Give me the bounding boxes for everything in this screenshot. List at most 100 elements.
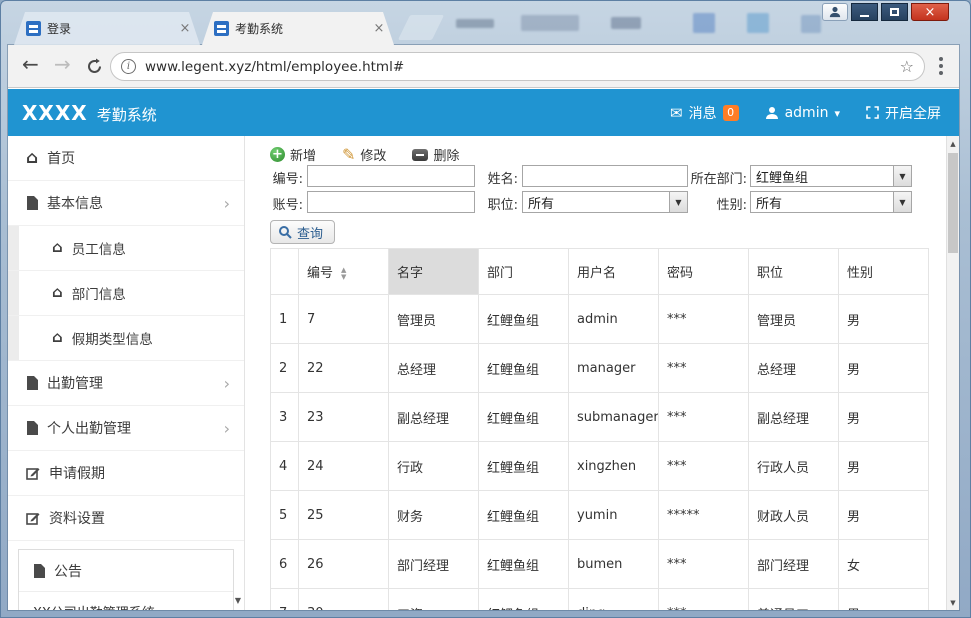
edit-icon bbox=[26, 513, 40, 525]
gender-select[interactable]: 所有 bbox=[750, 191, 912, 213]
maximize-button[interactable] bbox=[881, 3, 908, 21]
table-row[interactable]: 7 30 工资 红鲤鱼组 ding *** 普通员工 男 bbox=[270, 588, 929, 610]
sidebar-item-home[interactable]: 首页 bbox=[8, 136, 244, 181]
home-icon bbox=[26, 150, 38, 167]
cell-id: 24 bbox=[298, 441, 389, 491]
cell-password: *** bbox=[658, 294, 749, 344]
url-text[interactable]: www.legent.xyz/html/employee.html# bbox=[145, 59, 900, 75]
sidebar-item-attendance-mgmt[interactable]: 出勤管理 bbox=[8, 361, 244, 406]
position-select[interactable]: 所有 bbox=[522, 191, 688, 213]
cell-name: 总经理 bbox=[388, 343, 479, 393]
cell-name: 行政 bbox=[388, 441, 479, 491]
fullscreen-button[interactable]: 开启全屏 bbox=[866, 103, 941, 123]
cell-username: admin bbox=[568, 294, 659, 344]
cell-row-number: 1 bbox=[270, 294, 299, 344]
tab-close-icon[interactable] bbox=[178, 21, 192, 36]
chevron-right-icon bbox=[224, 419, 230, 438]
messages-button[interactable]: 消息 0 bbox=[670, 103, 739, 123]
department-select[interactable]: 红鲤鱼组 bbox=[750, 165, 912, 187]
refresh-button[interactable] bbox=[86, 58, 103, 79]
cell-username: yumin bbox=[568, 490, 659, 540]
back-button[interactable] bbox=[22, 52, 39, 76]
header-gender[interactable]: 性别 bbox=[838, 248, 929, 295]
chevron-right-icon bbox=[224, 374, 230, 393]
cell-name: 副总经理 bbox=[388, 392, 479, 442]
user-menu[interactable]: admin bbox=[765, 105, 840, 121]
header-id[interactable]: 编号 bbox=[298, 248, 389, 295]
home-icon bbox=[52, 285, 63, 301]
close-button[interactable] bbox=[911, 3, 949, 21]
file-icon bbox=[34, 563, 45, 578]
table-row[interactable]: 5 25 财务 红鲤鱼组 yumin ***** 财政人员 男 bbox=[270, 490, 929, 540]
fullscreen-icon bbox=[866, 106, 879, 119]
browser-profile-button[interactable] bbox=[822, 3, 848, 21]
bookmark-star-icon[interactable] bbox=[900, 57, 914, 76]
delete-button[interactable]: 删除 bbox=[412, 145, 459, 164]
notice-panel: 公告 XX公司出勤管理系统 bbox=[18, 549, 234, 610]
cell-gender: 女 bbox=[838, 539, 929, 589]
minimize-icon bbox=[860, 15, 869, 17]
account-filter-input[interactable] bbox=[307, 191, 475, 213]
header-password[interactable]: 密码 bbox=[658, 248, 749, 295]
cell-gender: 男 bbox=[838, 392, 929, 442]
cell-gender: 男 bbox=[838, 490, 929, 540]
table-row[interactable]: 2 22 总经理 红鲤鱼组 manager *** 总经理 男 bbox=[270, 343, 929, 393]
sort-icon[interactable] bbox=[341, 267, 346, 281]
sidebar-item-apply-leave[interactable]: 申请假期 bbox=[8, 451, 244, 496]
sidebar-item-employee-info[interactable]: 员工信息 bbox=[8, 226, 244, 271]
tab-close-icon[interactable] bbox=[372, 21, 386, 36]
sidebar-item-profile-settings[interactable]: 资料设置 bbox=[8, 496, 244, 541]
gender-filter-label: 性别: bbox=[716, 198, 747, 213]
add-button[interactable]: 新增 bbox=[270, 145, 316, 164]
scrollbar-thumb[interactable] bbox=[948, 153, 958, 253]
table-row[interactable]: 3 23 副总经理 红鲤鱼组 submanager *** 副总经理 男 bbox=[270, 392, 929, 442]
sidebar-item-personal-attendance[interactable]: 个人出勤管理 bbox=[8, 406, 244, 451]
sidebar-item-notice[interactable]: 公告 bbox=[19, 550, 233, 592]
header-username[interactable]: 用户名 bbox=[568, 248, 659, 295]
table-row[interactable]: 6 26 部门经理 红鲤鱼组 bumen *** 部门经理 女 bbox=[270, 539, 929, 589]
gender-select-value: 所有 bbox=[756, 196, 783, 212]
name-filter-input[interactable] bbox=[522, 165, 688, 187]
sidebar-item-holiday-type-info[interactable]: 假期类型信息 bbox=[8, 316, 244, 361]
minimize-button[interactable] bbox=[851, 3, 878, 21]
scroll-down-button[interactable] bbox=[947, 595, 959, 610]
scroll-up-button[interactable] bbox=[947, 136, 959, 151]
fullscreen-label: 开启全屏 bbox=[885, 105, 941, 122]
sidebar-item-basic-info[interactable]: 基本信息 bbox=[8, 181, 244, 226]
edit-button[interactable]: 修改 bbox=[342, 145, 386, 164]
cell-row-number: 3 bbox=[270, 392, 299, 442]
sidebar-scroll-down-icon[interactable] bbox=[235, 596, 241, 605]
desktop-smudge bbox=[801, 15, 821, 33]
cell-gender: 男 bbox=[838, 588, 929, 610]
browser-menu-button[interactable] bbox=[939, 57, 943, 75]
sidebar-item-label: 申请假期 bbox=[49, 466, 105, 482]
forward-button[interactable] bbox=[54, 52, 71, 76]
desktop-smudge bbox=[456, 19, 494, 28]
favicon bbox=[214, 21, 229, 36]
header-department[interactable]: 部门 bbox=[478, 248, 569, 295]
chevron-down-icon bbox=[893, 166, 911, 186]
sidebar-item-department-info[interactable]: 部门信息 bbox=[8, 271, 244, 316]
cell-id: 30 bbox=[298, 588, 389, 610]
cell-department: 红鲤鱼组 bbox=[478, 343, 569, 393]
desktop-smudge bbox=[747, 13, 769, 33]
header-position[interactable]: 职位 bbox=[748, 248, 839, 295]
cell-username: xingzhen bbox=[568, 441, 659, 491]
tab-login[interactable]: 登录 bbox=[14, 12, 200, 45]
person-icon bbox=[829, 6, 841, 18]
username-label: admin bbox=[784, 104, 829, 121]
header-name[interactable]: 名字 bbox=[388, 248, 479, 295]
cell-position: 部门经理 bbox=[748, 539, 839, 589]
tab-attendance-system[interactable]: 考勤系统 bbox=[202, 12, 394, 45]
chevron-down-icon bbox=[893, 192, 911, 212]
id-filter-input[interactable] bbox=[307, 165, 475, 187]
address-bar[interactable]: www.legent.xyz/html/employee.html# bbox=[110, 52, 925, 81]
search-button[interactable]: 查询 bbox=[270, 220, 336, 244]
tab-label: 登录 bbox=[47, 22, 72, 36]
cell-position: 财政人员 bbox=[748, 490, 839, 540]
cell-position: 普通员工 bbox=[748, 588, 839, 610]
info-icon[interactable] bbox=[121, 59, 136, 74]
table-row[interactable]: 4 24 行政 红鲤鱼组 xingzhen *** 行政人员 男 bbox=[270, 441, 929, 491]
table-row[interactable]: 1 7 管理员 红鲤鱼组 admin *** 管理员 男 bbox=[270, 294, 929, 344]
cell-row-number: 2 bbox=[270, 343, 299, 393]
